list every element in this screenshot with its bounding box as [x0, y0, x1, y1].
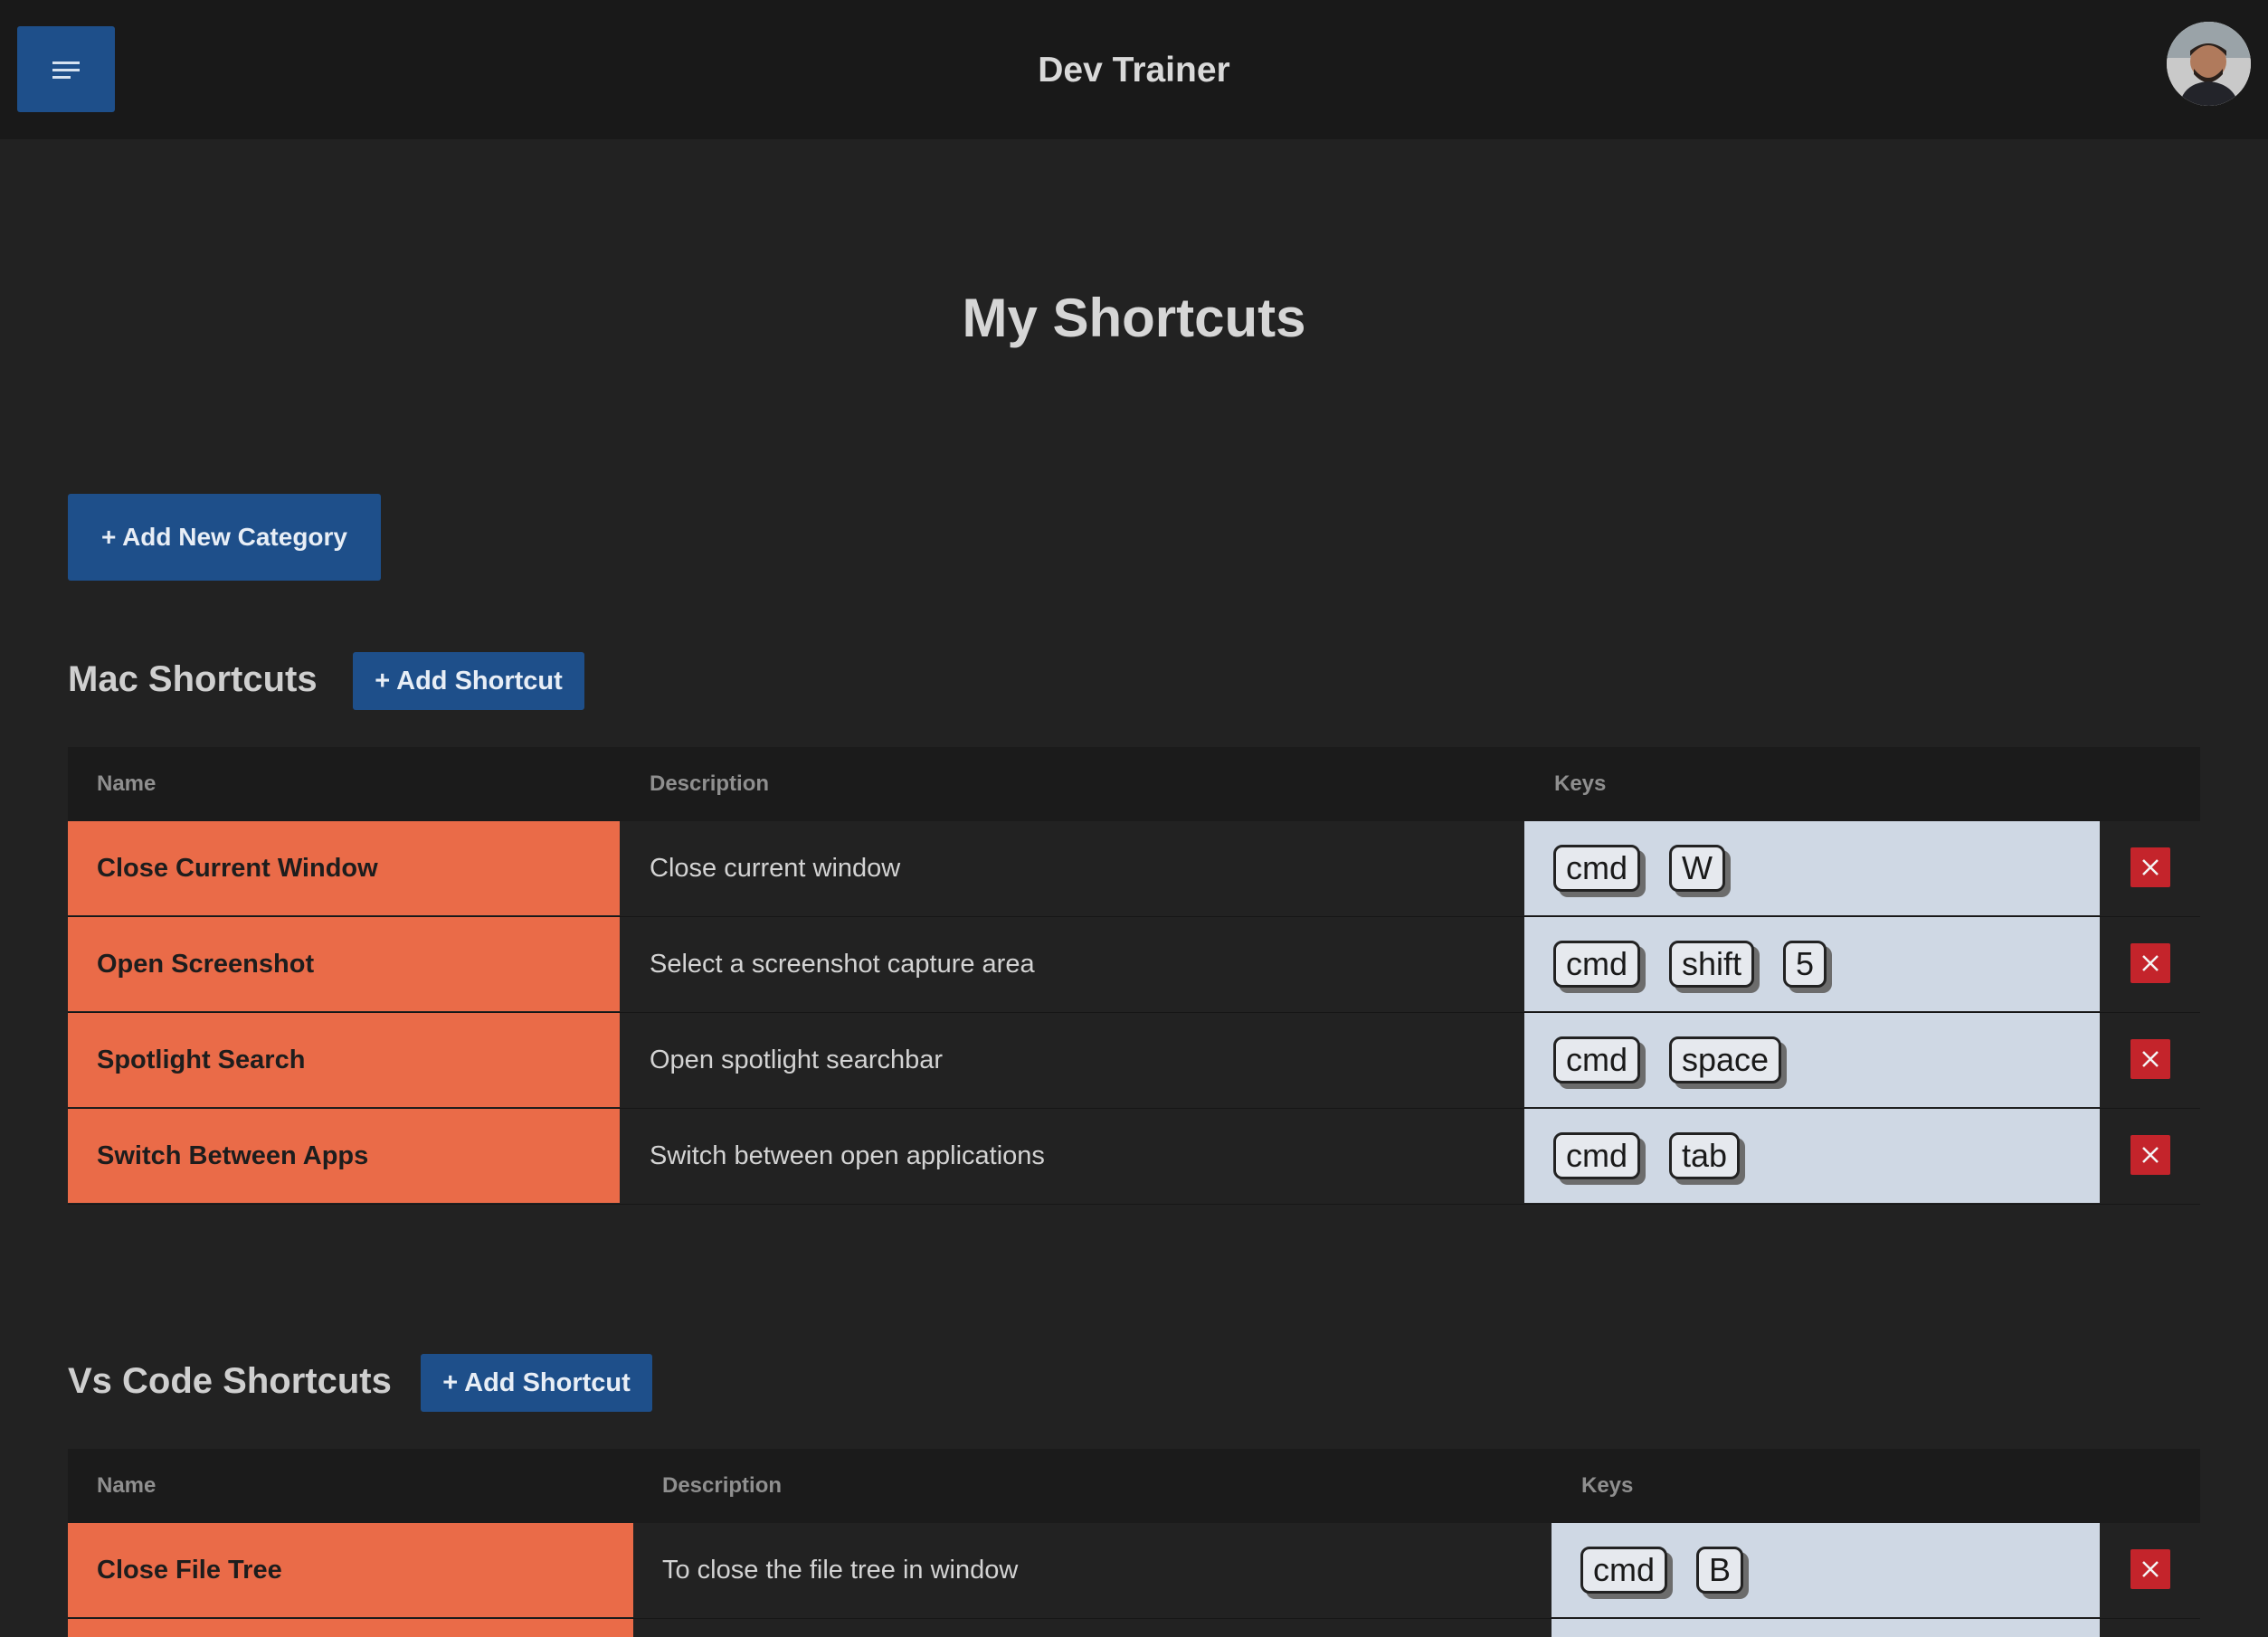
key-cap: B [1696, 1547, 1744, 1594]
shortcuts-table: Name Description Keys Close Current Wind… [68, 747, 2200, 1205]
shortcut-keys: cmd tab [1524, 1109, 2100, 1203]
key-cap: cmd [1553, 1132, 1641, 1179]
shortcut-description: To close the file tree in window [662, 1556, 1019, 1585]
shortcut-name[interactable]: Open Screenshot [68, 917, 620, 1011]
key-cap: cmd [1553, 1036, 1641, 1083]
table-row: Close File Tree To close the file tree i… [68, 1523, 2200, 1619]
shortcut-keys: cmd B [1552, 1523, 2100, 1617]
delete-shortcut-button[interactable] [2130, 847, 2170, 887]
category-title: Vs Code Shortcuts [68, 1361, 392, 1401]
user-avatar[interactable] [2167, 22, 2251, 106]
delete-shortcut-button[interactable] [2130, 943, 2170, 983]
close-icon [2142, 955, 2159, 971]
add-category-button[interactable]: + Add New Category [68, 494, 381, 581]
key-cap: 5 [1783, 941, 1827, 988]
table-header: Name Description Keys [68, 1449, 2200, 1523]
shortcut-name[interactable]: Close Current Window [68, 821, 620, 915]
key-cap: shift [1669, 941, 1755, 988]
close-icon [2142, 859, 2159, 875]
key-cap: W [1669, 845, 1725, 892]
app-title: Dev Trainer [1038, 51, 1230, 90]
delete-shortcut-button[interactable] [2130, 1135, 2170, 1175]
column-header-keys: Keys [1581, 1473, 1634, 1498]
category-title: Mac Shortcuts [68, 659, 318, 699]
top-navbar: Dev Trainer [0, 0, 2268, 139]
table-row: Spotlight Search Open spotlight searchba… [68, 1013, 2200, 1109]
key-cap: space [1669, 1036, 1782, 1083]
avatar-image [2167, 22, 2251, 106]
column-header-description: Description [650, 771, 770, 796]
shortcut-description: Switch between open applications [650, 1141, 1045, 1170]
key-cap: cmd [1553, 845, 1641, 892]
shortcut-description: Open spotlight searchbar [650, 1046, 944, 1074]
table-row: Switch Between Apps Switch between open … [68, 1109, 2200, 1205]
table-row-partial [68, 1619, 2200, 1637]
shortcut-name[interactable]: Switch Between Apps [68, 1109, 620, 1203]
shortcut-keys-partial [1552, 1619, 2100, 1637]
delete-shortcut-button[interactable] [2130, 1039, 2170, 1079]
shortcut-name-partial[interactable] [68, 1619, 633, 1637]
column-header-keys: Keys [1554, 771, 1607, 796]
shortcut-name[interactable]: Close File Tree [68, 1523, 633, 1617]
close-icon [2142, 1051, 2159, 1067]
shortcut-description: Close current window [650, 854, 901, 883]
add-shortcut-button[interactable]: + Add Shortcut [421, 1354, 652, 1412]
shortcut-keys: cmd W [1524, 821, 2100, 915]
shortcuts-table: Name Description Keys Close File Tree To… [68, 1449, 2200, 1637]
key-cap: cmd [1580, 1547, 1668, 1594]
shortcut-keys: cmd shift 5 [1524, 917, 2100, 1011]
shortcut-keys: cmd space [1524, 1013, 2100, 1107]
column-header-name: Name [97, 771, 157, 796]
column-header-name: Name [97, 1473, 157, 1498]
table-row: Close Current Window Close current windo… [68, 821, 2200, 917]
key-cap: cmd [1553, 941, 1641, 988]
close-icon [2142, 1561, 2159, 1577]
delete-shortcut-button[interactable] [2130, 1549, 2170, 1589]
close-icon [2142, 1147, 2159, 1163]
page-title: My Shortcuts [962, 288, 1306, 348]
table-header: Name Description Keys [68, 747, 2200, 821]
table-row: Open Screenshot Select a screenshot capt… [68, 917, 2200, 1013]
shortcut-description: Select a screenshot capture area [650, 950, 1035, 979]
key-cap: tab [1669, 1132, 1741, 1179]
column-header-description: Description [662, 1473, 783, 1498]
shortcut-name[interactable]: Spotlight Search [68, 1013, 620, 1107]
add-shortcut-button[interactable]: + Add Shortcut [353, 652, 584, 710]
